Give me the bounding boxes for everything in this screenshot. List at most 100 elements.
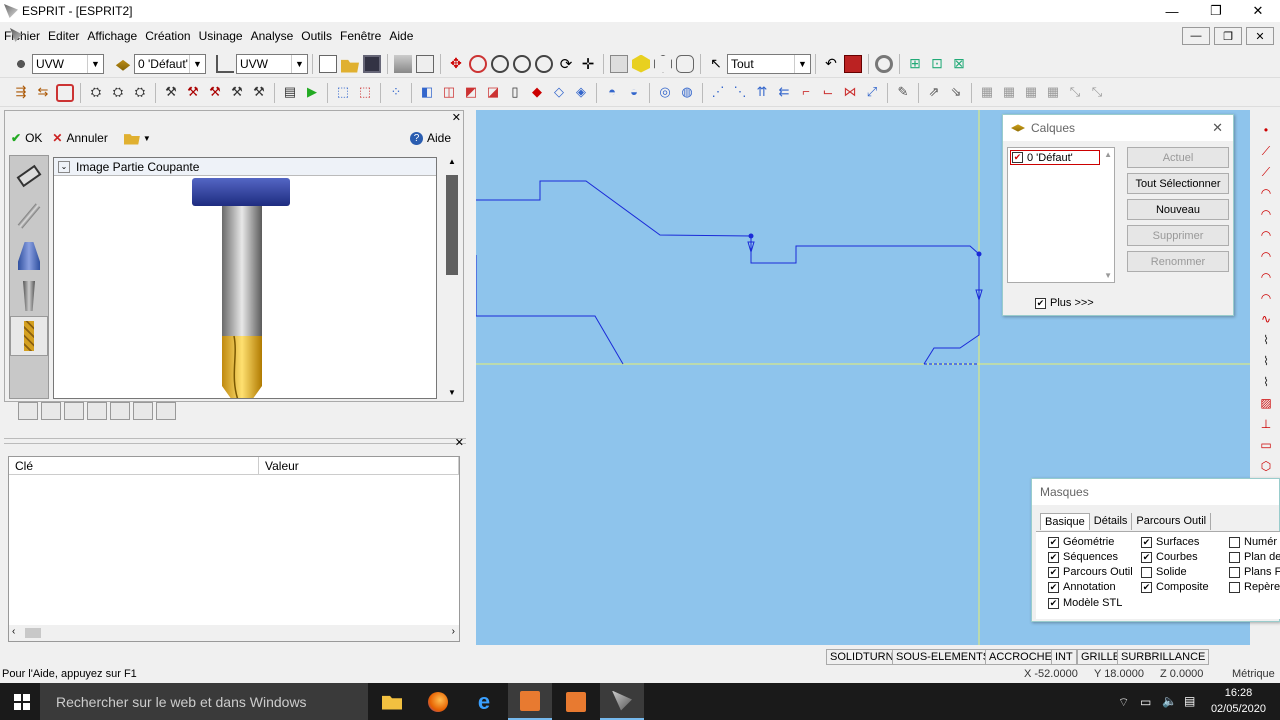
taskbar-search-box[interactable]: Rechercher sur le web et dans Windows xyxy=(40,683,368,720)
edit-break-icon[interactable]: ⋱ xyxy=(731,84,749,102)
open-folder-icon[interactable] xyxy=(341,59,359,73)
scrollbar-thumb[interactable] xyxy=(446,175,458,275)
app-orange-2-taskbar-icon[interactable] xyxy=(554,683,598,720)
grid-points-icon[interactable]: ⁘ xyxy=(387,84,405,102)
status-sous-elements[interactable]: SOUS-ELEMENTS xyxy=(892,649,995,665)
tool-holder-button[interactable] xyxy=(10,196,48,236)
mask-modele-stl[interactable]: ✔ Modèle STL xyxy=(1048,597,1122,609)
menu-outils[interactable]: Outils xyxy=(297,29,336,43)
mask-composite[interactable]: ✔ Composite xyxy=(1141,581,1209,593)
milling-face-icon[interactable]: ⚒ xyxy=(228,84,246,102)
clipboard-tab-icon[interactable] xyxy=(41,402,61,420)
wire-frame-1-icon[interactable]: ⬚ xyxy=(334,84,352,102)
ok-button[interactable]: ✔ OK xyxy=(11,131,42,145)
pan-icon[interactable]: ✥ xyxy=(447,55,465,73)
taskbar-clock[interactable]: 16:28 02/05/2020 xyxy=(1211,685,1266,717)
curve-tool-icon[interactable]: ∿ xyxy=(1258,312,1274,328)
windows-start-icon[interactable] xyxy=(14,694,30,710)
select-all-button[interactable]: Tout Sélectionner xyxy=(1127,173,1229,194)
part-profile-inner[interactable] xyxy=(476,255,624,365)
layer-select[interactable]: 0 'Défaut' ▼ xyxy=(134,53,206,74)
color-tab-icon[interactable] xyxy=(156,402,176,420)
collapse-icon[interactable]: ⌄ xyxy=(58,160,70,173)
menu-affichage[interactable]: Affichage xyxy=(83,29,141,43)
help-button[interactable]: ? Aide xyxy=(409,131,451,145)
zoom-fit-icon[interactable] xyxy=(535,54,553,73)
measure-icon[interactable]: ◍ xyxy=(678,84,696,102)
edit-offset-icon[interactable]: ⇇ xyxy=(775,84,793,102)
mask-annotation[interactable]: ✔ Annotation xyxy=(1048,581,1116,593)
file-explorer-taskbar-icon[interactable] xyxy=(370,683,414,720)
project-tab-icon[interactable] xyxy=(18,402,38,420)
workplane-select[interactable]: UVW ▼ xyxy=(32,53,104,74)
status-accroche[interactable]: ACCROCHE xyxy=(985,649,1056,665)
volume-icon[interactable]: 🔈 xyxy=(1162,694,1177,708)
solid-revolve-icon[interactable]: ◪ xyxy=(484,84,502,102)
view-plane-select[interactable]: UVW ▼ xyxy=(236,53,308,74)
solid-union-icon[interactable]: ◆ xyxy=(528,84,546,102)
line2-tool-icon[interactable]: ⟋ xyxy=(1258,165,1274,181)
solid-subtract-icon[interactable]: ◇ xyxy=(550,84,568,102)
edit-mirror-icon[interactable]: ⋈ xyxy=(841,84,859,102)
edit-scale-icon[interactable]: ⤢ xyxy=(863,84,881,102)
turning-groove-icon[interactable]: ⛭ xyxy=(131,84,149,102)
snap-intersection-icon[interactable]: ⊠ xyxy=(950,55,968,73)
solid-extrude-icon[interactable]: ◩ xyxy=(462,84,480,102)
transform-icon[interactable]: ⇗ xyxy=(925,84,943,102)
simulation-run-icon[interactable]: ▶ xyxy=(303,84,321,102)
save-icon[interactable] xyxy=(363,54,381,73)
menu-fenetre[interactable]: Fenêtre xyxy=(336,29,385,43)
status-int[interactable]: INT xyxy=(1051,649,1077,665)
rectangle-tool-icon[interactable]: ▭ xyxy=(1258,438,1274,454)
rotate-icon[interactable]: ⟳ xyxy=(557,55,575,73)
properties-close-icon[interactable]: ✕ xyxy=(455,436,464,449)
milling-pocket-icon[interactable]: ⚒ xyxy=(184,84,202,102)
solid-intersect-icon[interactable]: ◈ xyxy=(572,84,590,102)
analyze-icon[interactable]: ◎ xyxy=(656,84,674,102)
zoom-out-icon[interactable] xyxy=(513,54,531,73)
edit-chamfer-icon[interactable]: ⌙ xyxy=(819,84,837,102)
cancel-button[interactable]: ✕ Annuler xyxy=(52,131,107,145)
notification-icon[interactable]: ▤ xyxy=(1184,694,1195,708)
surface-loft-icon[interactable]: ◒ xyxy=(625,84,643,102)
properties-hscrollbar[interactable]: ‹ › xyxy=(9,625,459,641)
minimize-button[interactable]: — xyxy=(1150,0,1194,22)
edge-taskbar-icon[interactable]: e xyxy=(462,683,506,720)
tab-details[interactable]: Détails xyxy=(1090,513,1133,530)
snap-point-icon[interactable]: ⊡ xyxy=(928,55,946,73)
mask-repere[interactable]: Repère xyxy=(1229,581,1280,593)
scroll-left-icon[interactable]: ‹ xyxy=(12,626,15,637)
edit-trim-icon[interactable]: ⋰ xyxy=(709,84,727,102)
layer-list-item[interactable]: ✔ 0 'Défaut' xyxy=(1010,150,1100,165)
surface-icon[interactable]: ◓ xyxy=(603,84,621,102)
esprit-taskbar-icon[interactable] xyxy=(600,683,644,720)
point-tool-icon[interactable]: • xyxy=(1258,123,1274,139)
hatch-tool-icon[interactable]: ▨ xyxy=(1258,396,1274,412)
tool-spindle-button[interactable] xyxy=(10,236,48,276)
gray-tool-5-icon[interactable]: ⤡ xyxy=(1066,84,1084,102)
line-perp-tool-icon[interactable]: ⊥ xyxy=(1258,417,1274,433)
hscroll-thumb[interactable] xyxy=(25,628,41,638)
solid-shade-icon[interactable] xyxy=(610,54,628,73)
rename-layer-button[interactable]: Renommer xyxy=(1127,251,1229,272)
mask-sequences[interactable]: ✔ Séquences xyxy=(1048,551,1118,563)
hidden-line-icon[interactable] xyxy=(676,54,694,73)
tool-panel-scrollbar[interactable]: ▲ ▼ xyxy=(443,155,461,399)
app-orange-1-taskbar-icon[interactable] xyxy=(508,683,552,720)
profile-point-2[interactable] xyxy=(976,251,982,257)
mask-plan-de[interactable]: Plan de xyxy=(1229,551,1280,563)
milling-contour-icon[interactable]: ⚒ xyxy=(206,84,224,102)
tools-tab-icon[interactable] xyxy=(87,402,107,420)
gray-tool-6-icon[interactable]: ⤡ xyxy=(1088,84,1106,102)
mask-parcours-outil[interactable]: ✔ Parcours Outil xyxy=(1048,566,1133,578)
polygon-tool-icon[interactable]: ⬡ xyxy=(1258,459,1274,475)
zoom-in-icon[interactable] xyxy=(491,54,509,73)
mask-surfaces[interactable]: ✔ Surfaces xyxy=(1141,536,1199,548)
mdi-minimize-button[interactable]: — xyxy=(1182,27,1210,45)
mdi-restore-button[interactable]: ❐ xyxy=(1214,27,1242,45)
menu-aide[interactable]: Aide xyxy=(385,29,417,43)
scroll-right-icon[interactable]: › xyxy=(452,626,455,637)
milling-thread-icon[interactable]: ⚒ xyxy=(250,84,268,102)
calques-close-icon[interactable]: ✕ xyxy=(1212,120,1223,136)
refresh-tab-icon[interactable] xyxy=(133,402,153,420)
